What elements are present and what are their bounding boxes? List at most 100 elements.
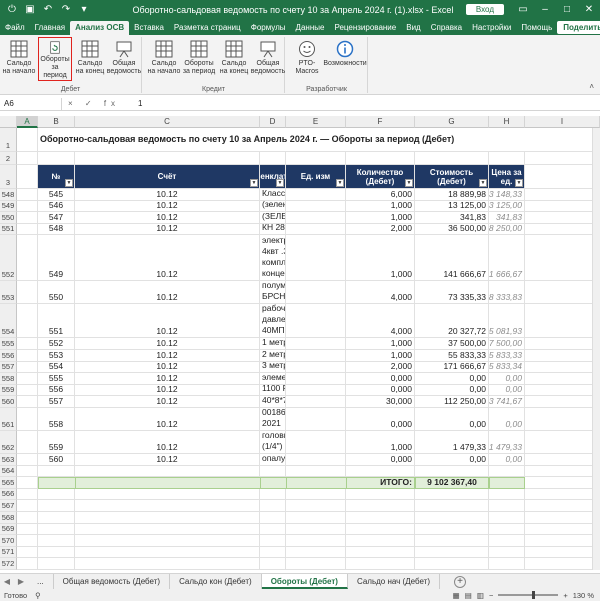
cell[interactable] (489, 558, 525, 570)
unit-cell[interactable] (286, 408, 346, 431)
cell[interactable] (17, 152, 38, 165)
cell[interactable] (415, 465, 489, 478)
account-cell[interactable]: 10.12 (75, 361, 260, 374)
autosave-icon[interactable]: ⏻ (6, 4, 18, 16)
column-header[interactable]: G (415, 116, 489, 128)
cost-cell[interactable]: 171 666,67 (415, 361, 489, 374)
cell[interactable] (415, 500, 489, 512)
header-account[interactable]: Счёт ▼ (75, 165, 260, 189)
cell[interactable] (75, 488, 260, 501)
cell[interactable] (286, 512, 346, 524)
cell[interactable] (260, 152, 286, 165)
cell[interactable] (17, 212, 38, 224)
quantity-cell[interactable]: 0,000 (346, 408, 415, 431)
cell[interactable] (17, 384, 38, 397)
quantity-cell[interactable]: 0,000 (346, 454, 415, 466)
sign-in-button[interactable]: Вход (465, 4, 504, 15)
cell[interactable] (17, 488, 38, 501)
quantity-cell[interactable]: 4,000 (346, 304, 415, 339)
cell[interactable] (17, 128, 38, 152)
row-header[interactable]: 555 (0, 338, 17, 350)
sheet-tab-closing-debit[interactable]: Сальдо кон (Дебет) (170, 574, 262, 589)
more-icon[interactable]: ▾ (78, 4, 90, 16)
cell[interactable] (525, 281, 600, 305)
cell[interactable] (489, 523, 525, 536)
cell[interactable] (17, 281, 38, 305)
close-icon[interactable]: ✕ (578, 4, 600, 15)
unit-cell[interactable] (286, 235, 346, 282)
cost-cell[interactable]: 0,00 (415, 373, 489, 385)
formula-input[interactable]: 1 (132, 99, 142, 108)
account-cell[interactable]: 10.12 (75, 431, 260, 454)
row-header[interactable]: 568 (0, 512, 17, 524)
unit-price-cell[interactable]: 0,00 (489, 454, 525, 466)
quantity-cell[interactable]: 1,000 (346, 431, 415, 454)
cost-cell[interactable]: 1 479,33 (415, 431, 489, 454)
row-number-cell[interactable]: 559 (38, 431, 75, 454)
cell[interactable] (525, 396, 600, 408)
nomenclature-cell[interactable]: Перфоратор КН 28 AEG (260, 223, 286, 236)
page-layout-icon[interactable]: ▤ (465, 591, 472, 600)
tab-formulas[interactable]: Формулы (246, 21, 291, 35)
nomenclature-cell[interactable]: Нивелир лазерный Combo 360 (зеленый) (260, 200, 286, 213)
column-header[interactable]: A (17, 116, 38, 128)
cell[interactable] (260, 523, 286, 536)
unit-cell[interactable] (286, 223, 346, 236)
cell[interactable] (525, 128, 600, 152)
filter-dropdown-icon[interactable]: ▼ (250, 179, 258, 187)
account-cell[interactable]: 10.12 (75, 408, 260, 431)
cell[interactable] (346, 500, 415, 512)
row-number-cell[interactable]: 557 (38, 396, 75, 408)
page-break-icon[interactable]: ▥ (477, 591, 484, 600)
tab-review[interactable]: Рецензирование (329, 21, 401, 35)
tab-view[interactable]: Вид (401, 21, 425, 35)
column-header[interactable]: D (260, 116, 286, 128)
cell[interactable] (489, 535, 525, 547)
row-header[interactable]: 553 (0, 281, 17, 305)
row-header[interactable]: 558 (0, 373, 17, 385)
nomenclature-cell[interactable]: Рукав высокого давления 5м с полумуфтой … (260, 304, 286, 339)
cell[interactable] (286, 558, 346, 570)
cell[interactable] (346, 546, 415, 559)
cost-cell[interactable]: 20 327,72 (415, 304, 489, 339)
row-header[interactable]: 559 (0, 384, 17, 397)
save-icon[interactable]: ▣ (24, 4, 36, 16)
account-cell[interactable]: 10.12 (75, 338, 260, 350)
cell[interactable] (415, 488, 489, 501)
cell[interactable] (17, 408, 38, 431)
cell[interactable] (489, 488, 525, 501)
quantity-cell[interactable]: 1,000 (346, 200, 415, 213)
cell[interactable] (17, 165, 38, 189)
cell[interactable] (260, 500, 286, 512)
total-cell[interactable] (286, 477, 346, 489)
quantity-cell[interactable]: 1,000 (346, 338, 415, 350)
cell[interactable] (525, 546, 600, 559)
cost-cell[interactable]: 0,00 (415, 408, 489, 431)
nomenclature-cell[interactable]: Рукав высокого давления 30м с полумуфтой… (260, 281, 286, 305)
cell[interactable] (286, 535, 346, 547)
cell[interactable] (489, 500, 525, 512)
cell[interactable] (489, 512, 525, 524)
account-cell[interactable]: 10.12 (75, 350, 260, 362)
unit-price-cell[interactable]: 85 833,34 (489, 361, 525, 374)
cell[interactable] (415, 558, 489, 570)
unit-price-cell[interactable]: 13 125,00 (489, 200, 525, 213)
cell[interactable] (525, 304, 600, 339)
account-cell[interactable]: 10.12 (75, 212, 260, 224)
unit-price-cell[interactable]: 18 250,00 (489, 223, 525, 236)
zoom-in-icon[interactable]: + (563, 591, 567, 600)
row-header[interactable]: 560 (0, 396, 17, 408)
cell[interactable] (75, 512, 260, 524)
cell[interactable] (525, 454, 600, 466)
tab-settings[interactable]: Настройки (467, 21, 516, 35)
quantity-cell[interactable]: 30,000 (346, 396, 415, 408)
cell[interactable] (38, 488, 75, 501)
cell[interactable] (38, 546, 75, 559)
cost-cell[interactable]: 18 889,98 (415, 189, 489, 201)
total-cell[interactable] (75, 477, 260, 489)
cell[interactable] (525, 350, 600, 362)
unit-price-cell[interactable]: 141 666,67 (489, 235, 525, 282)
cost-cell[interactable]: 0,00 (415, 384, 489, 397)
unit-price-cell[interactable]: 3 741,67 (489, 396, 525, 408)
nomenclature-cell[interactable]: Щитовая опалубка (260, 454, 286, 466)
